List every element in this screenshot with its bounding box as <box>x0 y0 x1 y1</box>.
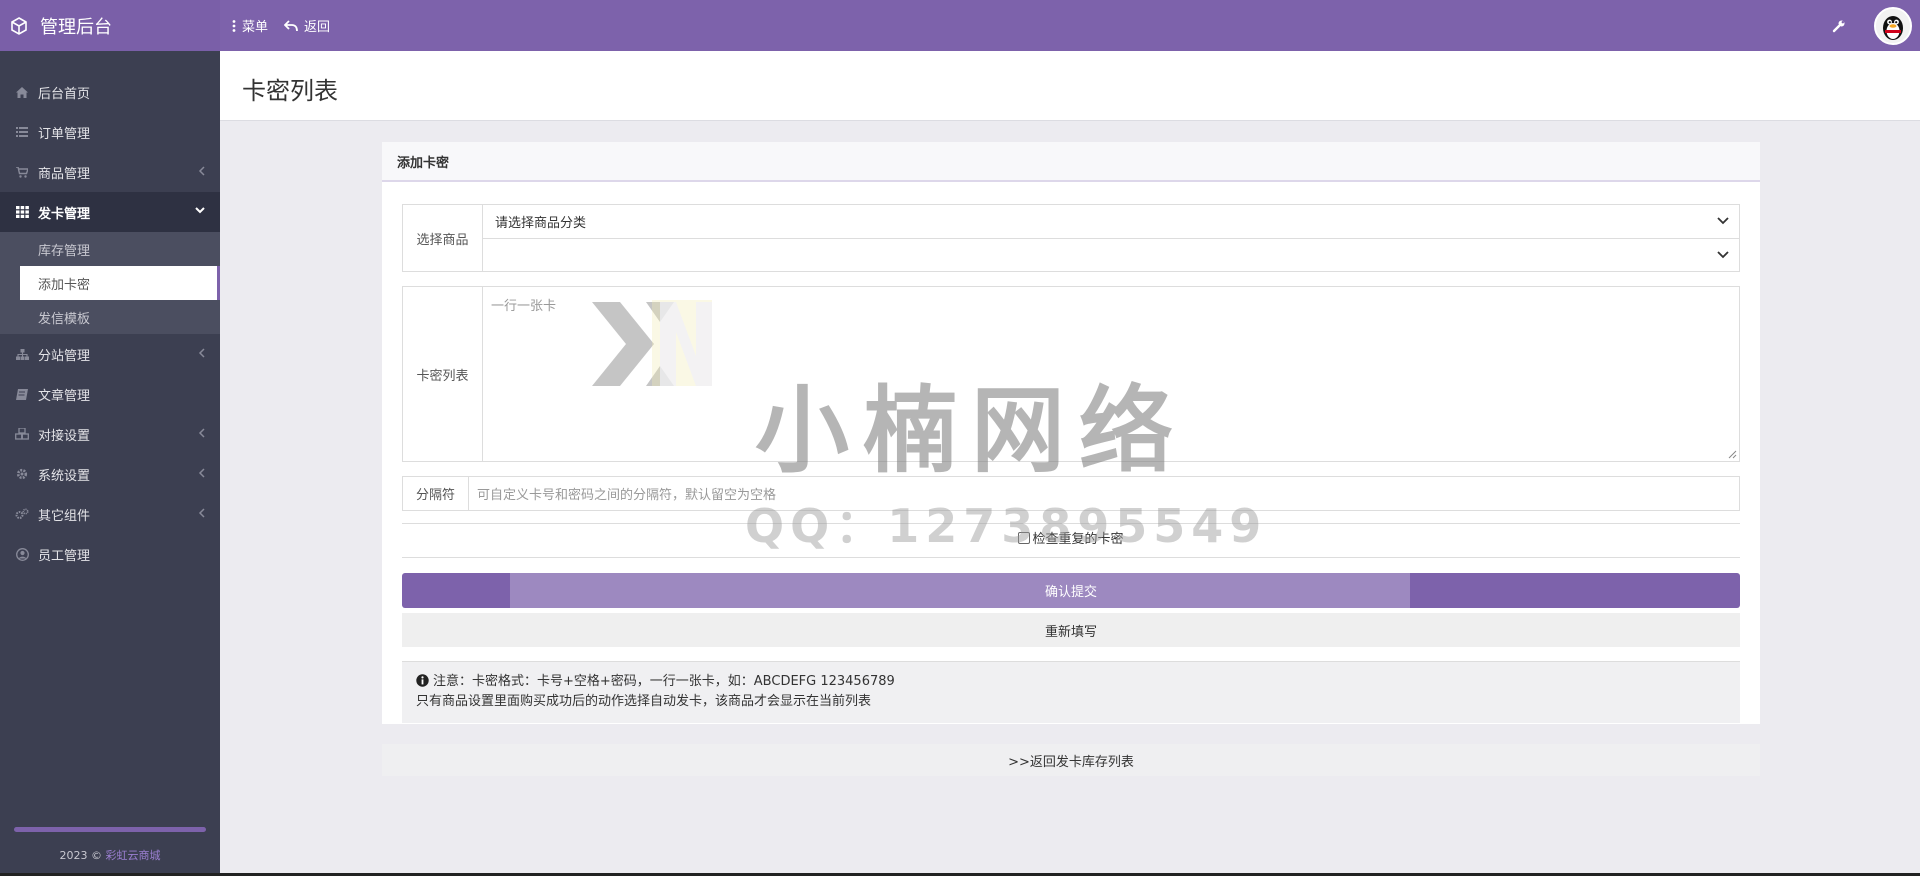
chevron-down-icon <box>1717 217 1729 225</box>
brand[interactable]: 管理后台 <box>0 0 220 51</box>
sidebar-item-system-settings[interactable]: 系统设置 <box>0 454 220 494</box>
watermark-qq: QQ：1273895549 <box>745 499 1268 553</box>
back-to-inventory-label: >>返回发卡库存列表 <box>1008 754 1134 770</box>
submenu-item-label: 添加卡密 <box>38 277 91 293</box>
panel-heading: 添加卡密 <box>382 142 1760 182</box>
submenu-item-add-card[interactable]: 添加卡密 <box>20 266 220 300</box>
chevron-down-icon <box>195 207 205 214</box>
gears-icon <box>14 506 30 522</box>
category-select[interactable]: 请选择商品分类 <box>483 205 1739 238</box>
sidebar-item-staff[interactable]: 员工管理 <box>0 534 220 574</box>
resize-handle-icon[interactable] <box>1727 449 1737 459</box>
notice-text-1: 注意：卡密格式：卡号+空格+密码，一行一张卡，如：ABCDEFG 1234567… <box>433 674 895 689</box>
cart-icon <box>14 164 30 180</box>
card-list-label: 卡密列表 <box>403 287 483 461</box>
sidebar-item-label: 其它组件 <box>38 508 91 524</box>
product-select-stack: 请选择商品分类 <box>483 205 1739 271</box>
separator-label: 分隔符 <box>403 477 469 510</box>
sitemap-icon <box>14 346 30 362</box>
submenu-item-label: 发信模板 <box>38 311 91 327</box>
notice-text-2: 只有商品设置里面购买成功后的动作选择自动发卡，该商品才会显示在当前列表 <box>416 694 872 709</box>
page-title: 卡密列表 <box>242 77 338 105</box>
top-bar: 管理后台 菜单 返回 <box>0 0 1920 51</box>
chevron-left-icon <box>198 508 205 518</box>
grid-icon <box>14 204 30 220</box>
product-select-label: 选择商品 <box>403 205 483 271</box>
brand-title: 管理后台 <box>40 16 112 38</box>
sidebar-item-label: 员工管理 <box>38 548 91 564</box>
home-icon <box>14 84 30 100</box>
button-sheen <box>510 573 1410 608</box>
chevron-left-icon <box>198 428 205 438</box>
user-circle-icon <box>14 546 30 562</box>
card-list-placeholder: 一行一张卡 <box>491 299 557 314</box>
sidebar-progress-bar <box>14 827 206 832</box>
sidebar-item-products[interactable]: 商品管理 <box>0 152 220 192</box>
page-header: 卡密列表 <box>220 51 1920 121</box>
submenu-item-inventory[interactable]: 库存管理 <box>0 232 220 266</box>
top-nav: 菜单 返回 <box>232 0 346 51</box>
back-to-inventory-link[interactable]: >>返回发卡库存列表 <box>382 744 1760 776</box>
top-right-tools <box>1832 0 1912 51</box>
reset-button[interactable]: 重新填写 <box>402 613 1740 647</box>
info-icon <box>416 674 429 687</box>
submenu-item-label: 库存管理 <box>38 243 91 259</box>
footer-copyright: 2023 © <box>59 849 103 862</box>
sidebar-item-integration[interactable]: 对接设置 <box>0 414 220 454</box>
footer-link[interactable]: 彩虹云商城 <box>106 849 161 862</box>
chevron-left-icon <box>198 348 205 358</box>
submenu-item-mail-template[interactable]: 发信模板 <box>0 300 220 334</box>
reset-button-label: 重新填写 <box>1044 624 1097 640</box>
cubes-icon <box>14 426 30 442</box>
back-button-label: 返回 <box>304 20 331 35</box>
gear-icon <box>14 466 30 482</box>
sidebar-item-label: 订单管理 <box>38 126 91 142</box>
sidebar-footer: 2023 © 彩虹云商城 <box>0 847 220 863</box>
sidebar-item-label: 分站管理 <box>38 348 91 364</box>
sidebar-item-label: 发卡管理 <box>38 206 91 222</box>
product-select[interactable] <box>483 237 1739 272</box>
sidebar-item-label: 商品管理 <box>38 166 91 182</box>
chevron-left-icon <box>198 166 205 176</box>
product-select-group: 选择商品 请选择商品分类 <box>402 204 1740 272</box>
card-issuing-submenu: 库存管理 添加卡密 发信模板 <box>0 232 220 334</box>
cube-icon <box>11 16 27 35</box>
user-avatar[interactable] <box>1874 6 1912 45</box>
vertical-dots-icon <box>232 19 236 32</box>
book-icon <box>14 386 30 402</box>
sidebar-item-label: 后台首页 <box>38 86 91 102</box>
sidebar-item-label: 对接设置 <box>38 428 91 444</box>
menu-toggle-label: 菜单 <box>242 20 269 35</box>
sidebar-item-dashboard[interactable]: 后台首页 <box>0 72 220 112</box>
chevron-down-icon <box>1717 251 1729 259</box>
sidebar-item-label: 文章管理 <box>38 388 91 404</box>
watermark-logo-icon <box>592 300 712 386</box>
category-select-value: 请选择商品分类 <box>495 215 587 231</box>
watermark-text: 小楠网络 <box>755 377 1188 486</box>
menu-toggle-button[interactable]: 菜单 <box>232 16 268 35</box>
submit-button[interactable]: 确认提交 <box>402 573 1740 608</box>
sidebar-item-orders[interactable]: 订单管理 <box>0 112 220 152</box>
sidebar-item-label: 系统设置 <box>38 468 91 484</box>
chevron-left-icon <box>198 468 205 478</box>
notice-box: 注意：卡密格式：卡号+空格+密码，一行一张卡，如：ABCDEFG 1234567… <box>402 661 1740 723</box>
sidebar-item-articles[interactable]: 文章管理 <box>0 374 220 414</box>
divider <box>402 557 1740 558</box>
undo-icon <box>284 19 298 31</box>
penguin-avatar-icon <box>1876 8 1910 43</box>
separator-placeholder: 可自定义卡号和密码之间的分隔符，默认留空为空格 <box>477 488 777 503</box>
back-button[interactable]: 返回 <box>284 16 330 35</box>
wrench-icon[interactable] <box>1832 19 1846 33</box>
sidebar-item-card-issuing[interactable]: 发卡管理 <box>0 192 220 232</box>
sidebar-item-substations[interactable]: 分站管理 <box>0 334 220 374</box>
sidebar-item-other-components[interactable]: 其它组件 <box>0 494 220 534</box>
list-icon <box>14 124 30 140</box>
submit-button-label: 确认提交 <box>1044 585 1097 600</box>
sidebar: 后台首页 订单管理 商品管理 发卡管理 库存管理 添加卡密 发信模板 分站管理 … <box>0 51 220 876</box>
notice-line: 注意：卡密格式：卡号+空格+密码，一行一张卡，如：ABCDEFG 1234567… <box>416 672 1726 692</box>
